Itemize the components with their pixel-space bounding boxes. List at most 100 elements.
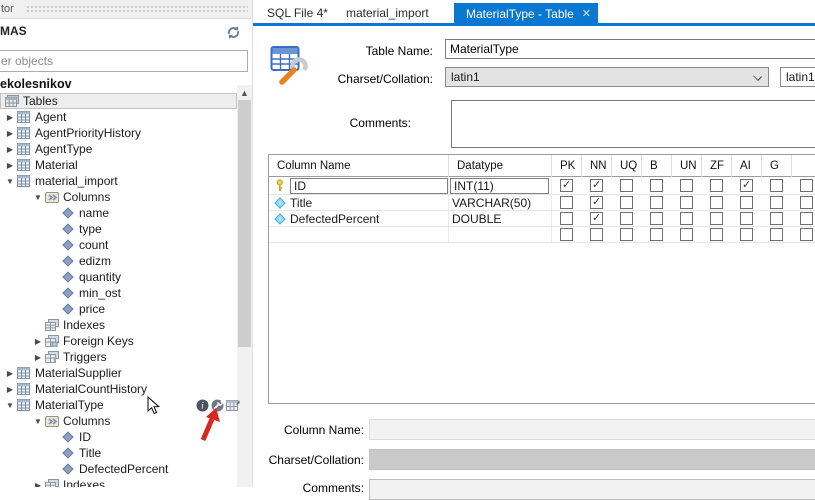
- expand-collapsed-icon[interactable]: ▶: [32, 481, 44, 488]
- cell-datatype[interactable]: INT(11): [450, 178, 549, 194]
- tree-item-foreign-keys[interactable]: ▶Foreign Keys: [0, 333, 237, 349]
- tree-item-count[interactable]: count: [0, 237, 237, 253]
- scrollbar-up-arrow-icon[interactable]: ▲: [237, 86, 252, 100]
- expand-expanded-icon[interactable]: ▼: [4, 401, 16, 410]
- expand-collapsed-icon[interactable]: ▶: [32, 337, 44, 346]
- expand-collapsed-icon[interactable]: ▶: [4, 369, 16, 378]
- checkbox-uq[interactable]: [620, 179, 633, 192]
- comments-textarea[interactable]: [451, 100, 815, 148]
- filter-objects-input[interactable]: [0, 50, 248, 72]
- grid-row-DefectedPercent[interactable]: DefectedPercent DOUBLE: [269, 211, 815, 227]
- tree-item-edizm[interactable]: edizm: [0, 253, 237, 269]
- checkbox-pk[interactable]: [560, 228, 573, 241]
- tree-item-agentpriorityhistory[interactable]: ▶AgentPriorityHistory: [0, 125, 237, 141]
- bottom-column-name-input[interactable]: [369, 419, 815, 440]
- checkbox-ai[interactable]: [740, 179, 753, 192]
- tree-item-materialcounthistory[interactable]: ▶MaterialCountHistory: [0, 381, 237, 397]
- checkbox-ai[interactable]: [740, 228, 753, 241]
- checkbox-g[interactable]: [770, 212, 783, 225]
- tree-item-label: Columns: [63, 414, 110, 428]
- bottom-comments-input[interactable]: [369, 479, 815, 500]
- checkbox-nn[interactable]: [590, 196, 603, 209]
- checkbox-nn[interactable]: [590, 212, 603, 225]
- cell-column-name[interactable]: DefectedPercent: [290, 212, 379, 226]
- checkbox-b[interactable]: [650, 228, 663, 241]
- tree-item-agenttype[interactable]: ▶AgentType: [0, 141, 237, 157]
- tab-sql-file[interactable]: SQL File 4*: [267, 3, 328, 23]
- checkbox-partial[interactable]: [800, 228, 813, 241]
- tree-item-tables[interactable]: ▼Tables: [0, 93, 237, 109]
- tree-item-min-ost[interactable]: min_ost: [0, 285, 237, 301]
- sidebar-scrollbar[interactable]: ▲: [237, 85, 252, 487]
- checkbox-un[interactable]: [680, 228, 693, 241]
- grid-row-Title[interactable]: Title VARCHAR(50): [269, 195, 815, 211]
- checkbox-pk[interactable]: [560, 196, 573, 209]
- expand-collapsed-icon[interactable]: ▶: [4, 113, 16, 122]
- tree-item-name[interactable]: name: [0, 205, 237, 221]
- tree-item-quantity[interactable]: quantity: [0, 269, 237, 285]
- cell-column-name[interactable]: Title: [290, 196, 312, 210]
- checkbox-nn[interactable]: [590, 228, 603, 241]
- checkbox-uq[interactable]: [620, 228, 633, 241]
- checkbox-partial[interactable]: [800, 212, 813, 225]
- tree-item-indexes[interactable]: Indexes: [0, 317, 237, 333]
- grid-row-ID[interactable]: IDINT(11): [269, 177, 815, 195]
- cell-datatype[interactable]: DOUBLE: [452, 212, 501, 226]
- checkbox-zf[interactable]: [710, 228, 723, 241]
- scrollbar-thumb[interactable]: [238, 100, 251, 347]
- checkbox-nn[interactable]: [590, 179, 603, 192]
- tree-item-material-import[interactable]: ▼material_import: [0, 173, 237, 189]
- header-column-name: Column Name: [269, 155, 449, 177]
- tree-item-material[interactable]: ▶Material: [0, 157, 237, 173]
- cell-datatype[interactable]: VARCHAR(50): [452, 196, 531, 210]
- refresh-icon[interactable]: [226, 25, 242, 41]
- checkbox-un[interactable]: [680, 196, 693, 209]
- tab-materialtype-table[interactable]: MaterialType - Table ✕: [454, 3, 598, 26]
- tree-item-defectedpercent[interactable]: DefectedPercent: [0, 461, 237, 477]
- expand-expanded-icon[interactable]: ▼: [4, 177, 16, 186]
- tree-item-agent[interactable]: ▶Agent: [0, 109, 237, 125]
- checkbox-pk[interactable]: [560, 212, 573, 225]
- tree-item-columns[interactable]: ▼Columns: [0, 189, 237, 205]
- charset-dropdown[interactable]: latin1: [445, 67, 769, 87]
- checkbox-g[interactable]: [770, 179, 783, 192]
- checkbox-g[interactable]: [770, 196, 783, 209]
- checkbox-ai[interactable]: [740, 212, 753, 225]
- tree-item-triggers[interactable]: ▶Triggers: [0, 349, 237, 365]
- checkbox-zf[interactable]: [710, 196, 723, 209]
- expand-collapsed-icon[interactable]: ▶: [4, 161, 16, 170]
- checkbox-uq[interactable]: [620, 212, 633, 225]
- checkbox-g[interactable]: [770, 228, 783, 241]
- checkbox-b[interactable]: [650, 179, 663, 192]
- checkbox-partial[interactable]: [800, 196, 813, 209]
- cell-column-name[interactable]: ID: [290, 178, 448, 194]
- checkbox-partial[interactable]: [800, 179, 813, 192]
- collation-dropdown[interactable]: latin1_: [780, 67, 815, 87]
- expand-expanded-icon[interactable]: ▼: [32, 417, 44, 426]
- tree-item-type[interactable]: type: [0, 221, 237, 237]
- checkbox-uq[interactable]: [620, 196, 633, 209]
- checkbox-un[interactable]: [680, 212, 693, 225]
- bottom-charset-input[interactable]: [369, 449, 815, 470]
- checkbox-zf[interactable]: [710, 212, 723, 225]
- tree-item-materialsupplier[interactable]: ▶MaterialSupplier: [0, 365, 237, 381]
- close-icon[interactable]: ✕: [582, 3, 591, 25]
- expand-collapsed-icon[interactable]: ▶: [32, 353, 44, 362]
- tab-material-import[interactable]: material_import: [346, 3, 429, 23]
- expand-collapsed-icon[interactable]: ▶: [4, 129, 16, 138]
- checkbox-b[interactable]: [650, 196, 663, 209]
- expand-collapsed-icon[interactable]: ▶: [4, 145, 16, 154]
- edit-table-icon[interactable]: [226, 399, 239, 412]
- table-name-input[interactable]: [445, 39, 815, 59]
- checkbox-ai[interactable]: [740, 196, 753, 209]
- expand-expanded-icon[interactable]: ▼: [32, 193, 44, 202]
- grid-row-empty[interactable]: [269, 227, 815, 243]
- checkbox-b[interactable]: [650, 212, 663, 225]
- checkbox-un[interactable]: [680, 179, 693, 192]
- tree-item-indexes[interactable]: ▶Indexes: [0, 477, 237, 487]
- expand-collapsed-icon[interactable]: ▶: [4, 385, 16, 394]
- tree-item-price[interactable]: price: [0, 301, 237, 317]
- checkbox-pk[interactable]: [560, 179, 573, 192]
- column-icon: [60, 223, 75, 236]
- checkbox-zf[interactable]: [710, 179, 723, 192]
